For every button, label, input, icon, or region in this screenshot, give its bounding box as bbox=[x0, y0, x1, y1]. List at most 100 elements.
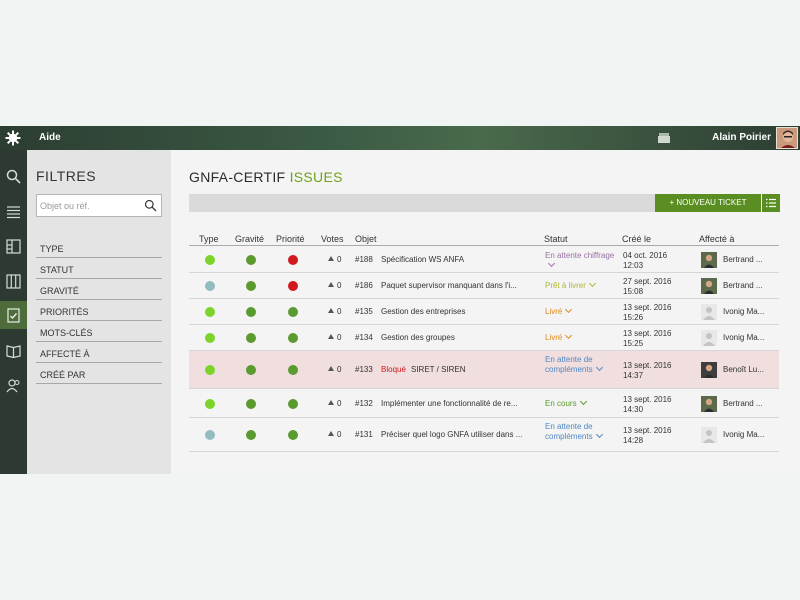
ticket-subject[interactable]: SIRET / SIREN bbox=[411, 365, 466, 374]
column-priority[interactable]: Priorité bbox=[276, 234, 305, 244]
person-photo-icon bbox=[704, 254, 714, 268]
column-status[interactable]: Statut bbox=[544, 234, 568, 244]
table-row[interactable]: 0 #186 Paquet supervisor manquant dans l… bbox=[189, 273, 779, 299]
rail-search-button[interactable] bbox=[0, 162, 27, 190]
column-type[interactable]: Type bbox=[199, 234, 219, 244]
created-date: 13 sept. 2016 14:28 bbox=[623, 426, 671, 446]
table-row[interactable]: 0 #188 Spécification WS ANFA En attente … bbox=[189, 247, 779, 273]
table-row[interactable]: 0 #133 Bloqué SIRET / SIREN En attente d… bbox=[189, 351, 779, 389]
created-day: 27 sept. 2016 bbox=[623, 277, 672, 286]
column-object[interactable]: Objet bbox=[355, 234, 377, 244]
status-label: En attente de compléments bbox=[545, 355, 593, 374]
table-row[interactable]: 0 #134 Gestion des groupes Livré 13 sept… bbox=[189, 325, 779, 351]
ticket-ref[interactable]: #135 bbox=[355, 307, 373, 316]
ticket-ref[interactable]: #131 bbox=[355, 430, 373, 439]
filter-status[interactable]: STATUT bbox=[36, 258, 162, 279]
filter-priorities[interactable]: PRIORITÉS bbox=[36, 300, 162, 321]
column-assigned[interactable]: Affecté à bbox=[699, 234, 734, 244]
vote-button[interactable]: 0 bbox=[328, 333, 344, 342]
upvote-icon bbox=[328, 431, 334, 436]
assignee-avatar bbox=[701, 362, 717, 378]
logo-gear-icon[interactable] bbox=[5, 130, 21, 146]
upvote-icon bbox=[328, 308, 334, 313]
upvote-icon bbox=[328, 366, 334, 371]
vote-button[interactable]: 0 bbox=[328, 365, 344, 374]
status-select[interactable]: En attente de compléments bbox=[545, 355, 615, 375]
rail-issues-button[interactable] bbox=[0, 301, 27, 329]
created-time: 14:30 bbox=[623, 404, 644, 414]
top-bar: Aide Alain Poirier bbox=[0, 126, 800, 150]
status-select[interactable]: En cours bbox=[545, 397, 615, 409]
assignee-name[interactable]: Bertrand ... bbox=[723, 281, 763, 290]
type-indicator bbox=[205, 307, 215, 317]
assignee-name[interactable]: Bertrand ... bbox=[723, 399, 763, 408]
vote-count: 0 bbox=[337, 333, 342, 342]
search-box[interactable] bbox=[36, 194, 162, 217]
search-input[interactable] bbox=[40, 198, 140, 213]
vote-button[interactable]: 0 bbox=[328, 255, 344, 264]
assignee-name[interactable]: Ivonig Ma... bbox=[723, 307, 764, 316]
status-select[interactable]: En attente chiffrage bbox=[545, 251, 615, 271]
status-select[interactable]: Livré bbox=[545, 305, 615, 317]
ticket-subject[interactable]: Implémenter une fonctionnalité de re... bbox=[381, 399, 518, 408]
priority-indicator bbox=[288, 365, 298, 375]
table-row[interactable]: 0 #135 Gestion des entreprises Livré 13 … bbox=[189, 299, 779, 325]
status-label: Livré bbox=[545, 333, 563, 342]
assignee-name[interactable]: Bertrand ... bbox=[723, 255, 763, 264]
ticket-ref[interactable]: #186 bbox=[355, 281, 373, 290]
chevron-down-icon bbox=[595, 363, 603, 372]
filter-assigned[interactable]: AFFECTÉ À bbox=[36, 342, 162, 363]
vote-count: 0 bbox=[337, 398, 342, 408]
column-gravity[interactable]: Gravité bbox=[235, 234, 264, 244]
rail-menu-button[interactable] bbox=[0, 197, 27, 225]
ticket-subject[interactable]: Spécification WS ANFA bbox=[381, 255, 464, 264]
column-votes[interactable]: Votes bbox=[321, 234, 344, 244]
status-select[interactable]: Prêt à livrer bbox=[545, 279, 615, 291]
status-select[interactable]: En attente de compléments bbox=[545, 422, 615, 442]
ticket-subject[interactable]: Gestion des groupes bbox=[381, 333, 455, 342]
filter-type[interactable]: TYPE bbox=[36, 237, 162, 258]
assignee-name[interactable]: Ivonig Ma... bbox=[723, 333, 764, 342]
filter-gravity[interactable]: GRAVITÉ bbox=[36, 279, 162, 300]
assignee-name[interactable]: Benoît Lu... bbox=[723, 365, 764, 374]
rail-board-button[interactable] bbox=[0, 232, 27, 260]
table-row[interactable]: 0 #132 Implémenter une fonctionnalité de… bbox=[189, 389, 779, 418]
filter-keywords[interactable]: MOTS-CLÉS bbox=[36, 321, 162, 342]
chevron-down-icon bbox=[595, 430, 603, 439]
priority-indicator bbox=[288, 281, 298, 291]
column-created[interactable]: Créé le bbox=[622, 234, 651, 244]
person-photo-icon bbox=[704, 398, 714, 412]
created-time: 15:08 bbox=[623, 287, 644, 296]
vote-button[interactable]: 0 bbox=[328, 430, 344, 439]
search-icon[interactable] bbox=[144, 199, 157, 212]
vote-button[interactable]: 0 bbox=[328, 307, 344, 316]
created-date: 13 sept. 2016 15:25 bbox=[623, 329, 671, 349]
created-date: 13 sept. 2016 14:30 bbox=[623, 395, 671, 415]
ticket-subject[interactable]: Gestion des entreprises bbox=[381, 307, 466, 316]
table-row[interactable]: 0 #131 Préciser quel logo GNFA utiliser … bbox=[189, 418, 779, 452]
help-link[interactable]: Aide bbox=[39, 132, 61, 143]
section-name: ISSUES bbox=[289, 169, 343, 185]
ticket-ref[interactable]: #133 bbox=[355, 365, 373, 374]
new-ticket-button[interactable]: + NOUVEAU TICKET bbox=[655, 194, 761, 212]
vote-button[interactable]: 0 bbox=[328, 281, 344, 290]
ticket-ref[interactable]: #188 bbox=[355, 255, 373, 264]
filter-created-by[interactable]: CRÉÉ PAR bbox=[36, 363, 162, 384]
list-view-button[interactable] bbox=[762, 194, 780, 212]
assignee-name[interactable]: Ivonig Ma... bbox=[723, 430, 764, 439]
rail-team-button[interactable] bbox=[0, 371, 27, 399]
vote-button[interactable]: 0 bbox=[328, 399, 344, 408]
created-time: 12:03 bbox=[623, 261, 644, 270]
ticket-ref[interactable]: #132 bbox=[355, 399, 373, 408]
ticket-subject[interactable]: Paquet supervisor manquant dans l'i... bbox=[381, 281, 517, 290]
rail-columns-button[interactable] bbox=[0, 267, 27, 295]
status-select[interactable]: Livré bbox=[545, 331, 615, 343]
user-avatar[interactable] bbox=[776, 127, 798, 149]
ticket-ref[interactable]: #134 bbox=[355, 333, 373, 342]
archive-icon[interactable] bbox=[658, 133, 670, 143]
rail-wiki-button[interactable] bbox=[0, 336, 27, 364]
status-label: Prêt à livrer bbox=[545, 281, 586, 290]
user-name[interactable]: Alain Poirier bbox=[712, 132, 771, 143]
created-time: 14:28 bbox=[623, 436, 644, 445]
ticket-subject[interactable]: Préciser quel logo GNFA utiliser dans ..… bbox=[381, 430, 522, 439]
